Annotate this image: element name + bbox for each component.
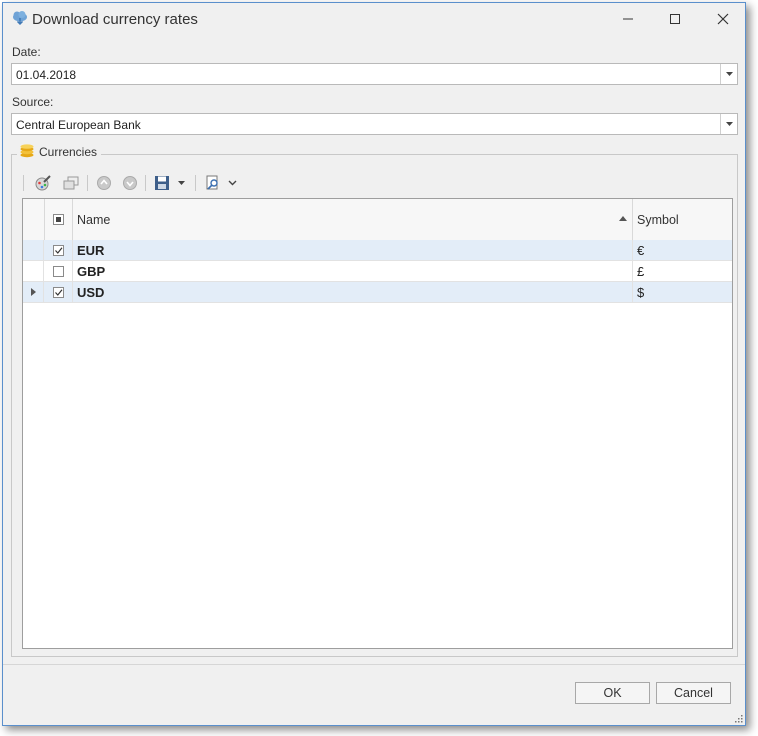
close-icon — [717, 13, 729, 25]
ok-button[interactable]: OK — [575, 682, 650, 704]
footer-divider — [3, 664, 745, 665]
copy-window-button[interactable] — [61, 173, 81, 193]
currency-symbol: € — [637, 243, 645, 258]
download-currency-rates-dialog: Download currency rates Date: 01.04.2018… — [2, 2, 746, 726]
select-all-checkbox[interactable] — [45, 199, 73, 240]
currency-name: GBP — [77, 264, 106, 279]
chevron-down-icon — [177, 181, 185, 185]
column-header-name[interactable]: Name — [73, 199, 633, 240]
currencies-group-title: Currencies — [39, 145, 98, 159]
palette-brush-icon — [35, 175, 51, 191]
table-row[interactable]: USD $ — [23, 282, 732, 303]
save-dropdown-button[interactable] — [175, 173, 187, 193]
grid-header: Name Symbol — [23, 199, 732, 241]
row-indicator — [23, 240, 44, 260]
arrow-down-circle-icon — [123, 176, 137, 190]
maximize-icon — [670, 14, 680, 24]
row-checkbox[interactable] — [45, 282, 72, 302]
chevron-down-icon — [228, 180, 236, 186]
date-combo[interactable]: 01.04.2018 — [11, 63, 738, 85]
row-indicator — [23, 282, 44, 302]
row-checkbox[interactable] — [45, 240, 72, 260]
cancel-button[interactable]: Cancel — [656, 682, 731, 704]
column-header-name-label: Name — [77, 213, 111, 227]
toolbar-separator — [195, 175, 196, 191]
source-label: Source: — [12, 95, 54, 109]
column-header-symbol-label: Symbol — [637, 213, 679, 227]
checkbox-indeterminate-icon — [53, 214, 64, 225]
customize-colors-button[interactable] — [33, 173, 53, 193]
date-dropdown-button[interactable] — [720, 64, 737, 84]
currency-symbol: £ — [637, 264, 645, 279]
toolbar-separator — [23, 175, 24, 191]
floppy-disk-icon — [155, 176, 169, 190]
currencies-group-header: Currencies — [17, 143, 102, 161]
table-row[interactable]: EUR € — [23, 240, 732, 261]
table-row[interactable]: GBP £ — [23, 261, 732, 282]
checkmark-icon — [53, 244, 64, 256]
column-header-symbol[interactable]: Symbol — [633, 199, 732, 240]
chevron-down-icon — [725, 72, 733, 76]
title-bar: Download currency rates — [3, 3, 745, 35]
date-label: Date: — [12, 45, 41, 59]
maximize-button[interactable] — [655, 7, 695, 31]
currencies-grid: Name Symbol EUR € GBP £ USD $ — [22, 198, 733, 649]
source-dropdown-button[interactable] — [720, 114, 737, 134]
arrow-up-circle-icon — [97, 176, 111, 190]
toolbar-separator — [145, 175, 146, 191]
currency-name: EUR — [77, 243, 105, 258]
row-indicator — [23, 261, 44, 281]
close-button[interactable] — [703, 7, 743, 31]
cloud-download-icon — [11, 10, 29, 26]
resize-grip-icon[interactable] — [733, 713, 743, 723]
coins-icon — [19, 143, 35, 161]
checkmark-icon — [53, 286, 64, 298]
currency-name: USD — [77, 285, 105, 300]
source-value: Central European Bank — [16, 118, 141, 132]
find-dropdown-button[interactable] — [225, 173, 239, 193]
row-checkbox[interactable] — [45, 261, 72, 281]
find-button[interactable] — [203, 173, 223, 193]
toolbar-separator — [87, 175, 88, 191]
window-title: Download currency rates — [32, 11, 198, 28]
save-button[interactable] — [152, 173, 172, 193]
row-indicator-header — [23, 199, 45, 240]
windows-icon — [63, 176, 79, 190]
chevron-down-icon — [725, 122, 733, 126]
current-row-arrow-icon — [30, 288, 36, 296]
minimize-icon — [623, 18, 633, 20]
checkbox-empty-icon — [53, 265, 64, 277]
search-document-icon — [206, 175, 218, 190]
move-up-button[interactable] — [94, 173, 114, 193]
sort-ascending-icon — [619, 216, 627, 221]
source-combo[interactable]: Central European Bank — [11, 113, 738, 135]
minimize-button[interactable] — [608, 7, 648, 31]
currency-symbol: $ — [637, 285, 645, 300]
date-value: 01.04.2018 — [16, 68, 77, 82]
move-down-button[interactable] — [120, 173, 140, 193]
